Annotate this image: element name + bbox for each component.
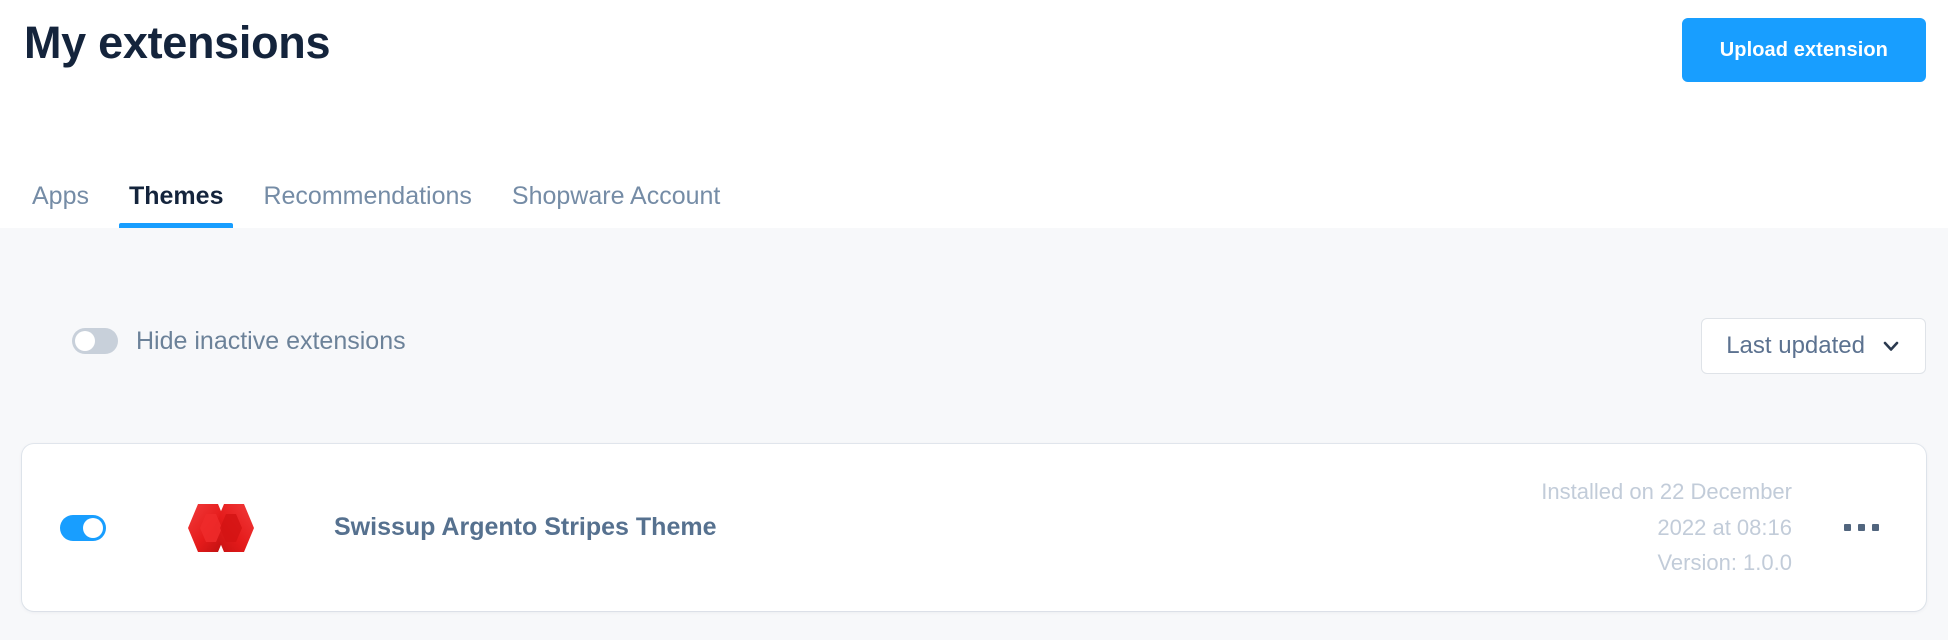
switch-knob [83, 517, 103, 538]
dot [1843, 524, 1851, 531]
hide-inactive-label: Hide inactive extensions [136, 326, 406, 355]
extension-meta: Installed on 22 December 2022 at 08:16 V… [1541, 474, 1822, 581]
tab-bar: Apps Themes Recommendations Shopware Acc… [12, 173, 740, 229]
installed-date-line-2: 2022 at 08:16 [1657, 514, 1792, 540]
page-header: My extensions Upload extension Apps Them… [0, 0, 1948, 228]
upload-extension-button[interactable]: Upload extension [1681, 18, 1926, 82]
extension-logo-icon [184, 500, 258, 556]
installed-date-line-1: Installed on 22 December [1541, 479, 1792, 505]
dot [1871, 524, 1879, 531]
chevron-down-icon [1883, 341, 1899, 351]
filter-bar: Hide inactive extensions Last updated [0, 228, 1948, 444]
sort-dropdown[interactable]: Last updated [1701, 318, 1926, 374]
switch-knob [75, 331, 95, 351]
extension-version: Version: 1.0.0 [1657, 550, 1792, 576]
extension-list: Swissup Argento Stripes Theme Installed … [0, 444, 1948, 611]
tab-themes[interactable]: Themes [109, 173, 243, 229]
tab-apps[interactable]: Apps [12, 173, 109, 229]
tab-recommendations[interactable]: Recommendations [243, 173, 491, 229]
dot [1857, 524, 1865, 531]
header-top-row: My extensions Upload extension [22, 0, 1926, 82]
tab-shopware-account[interactable]: Shopware Account [492, 173, 740, 229]
hide-inactive-toggle-row: Hide inactive extensions [72, 328, 406, 354]
extension-active-switch[interactable] [60, 514, 106, 541]
extension-card[interactable]: Swissup Argento Stripes Theme Installed … [22, 444, 1926, 611]
hide-inactive-switch[interactable] [72, 328, 118, 354]
sort-dropdown-value: Last updated [1726, 332, 1865, 359]
page-title: My extensions [24, 17, 331, 68]
extension-context-menu-icon[interactable] [1832, 499, 1890, 557]
extension-name: Swissup Argento Stripes Theme [334, 513, 717, 541]
